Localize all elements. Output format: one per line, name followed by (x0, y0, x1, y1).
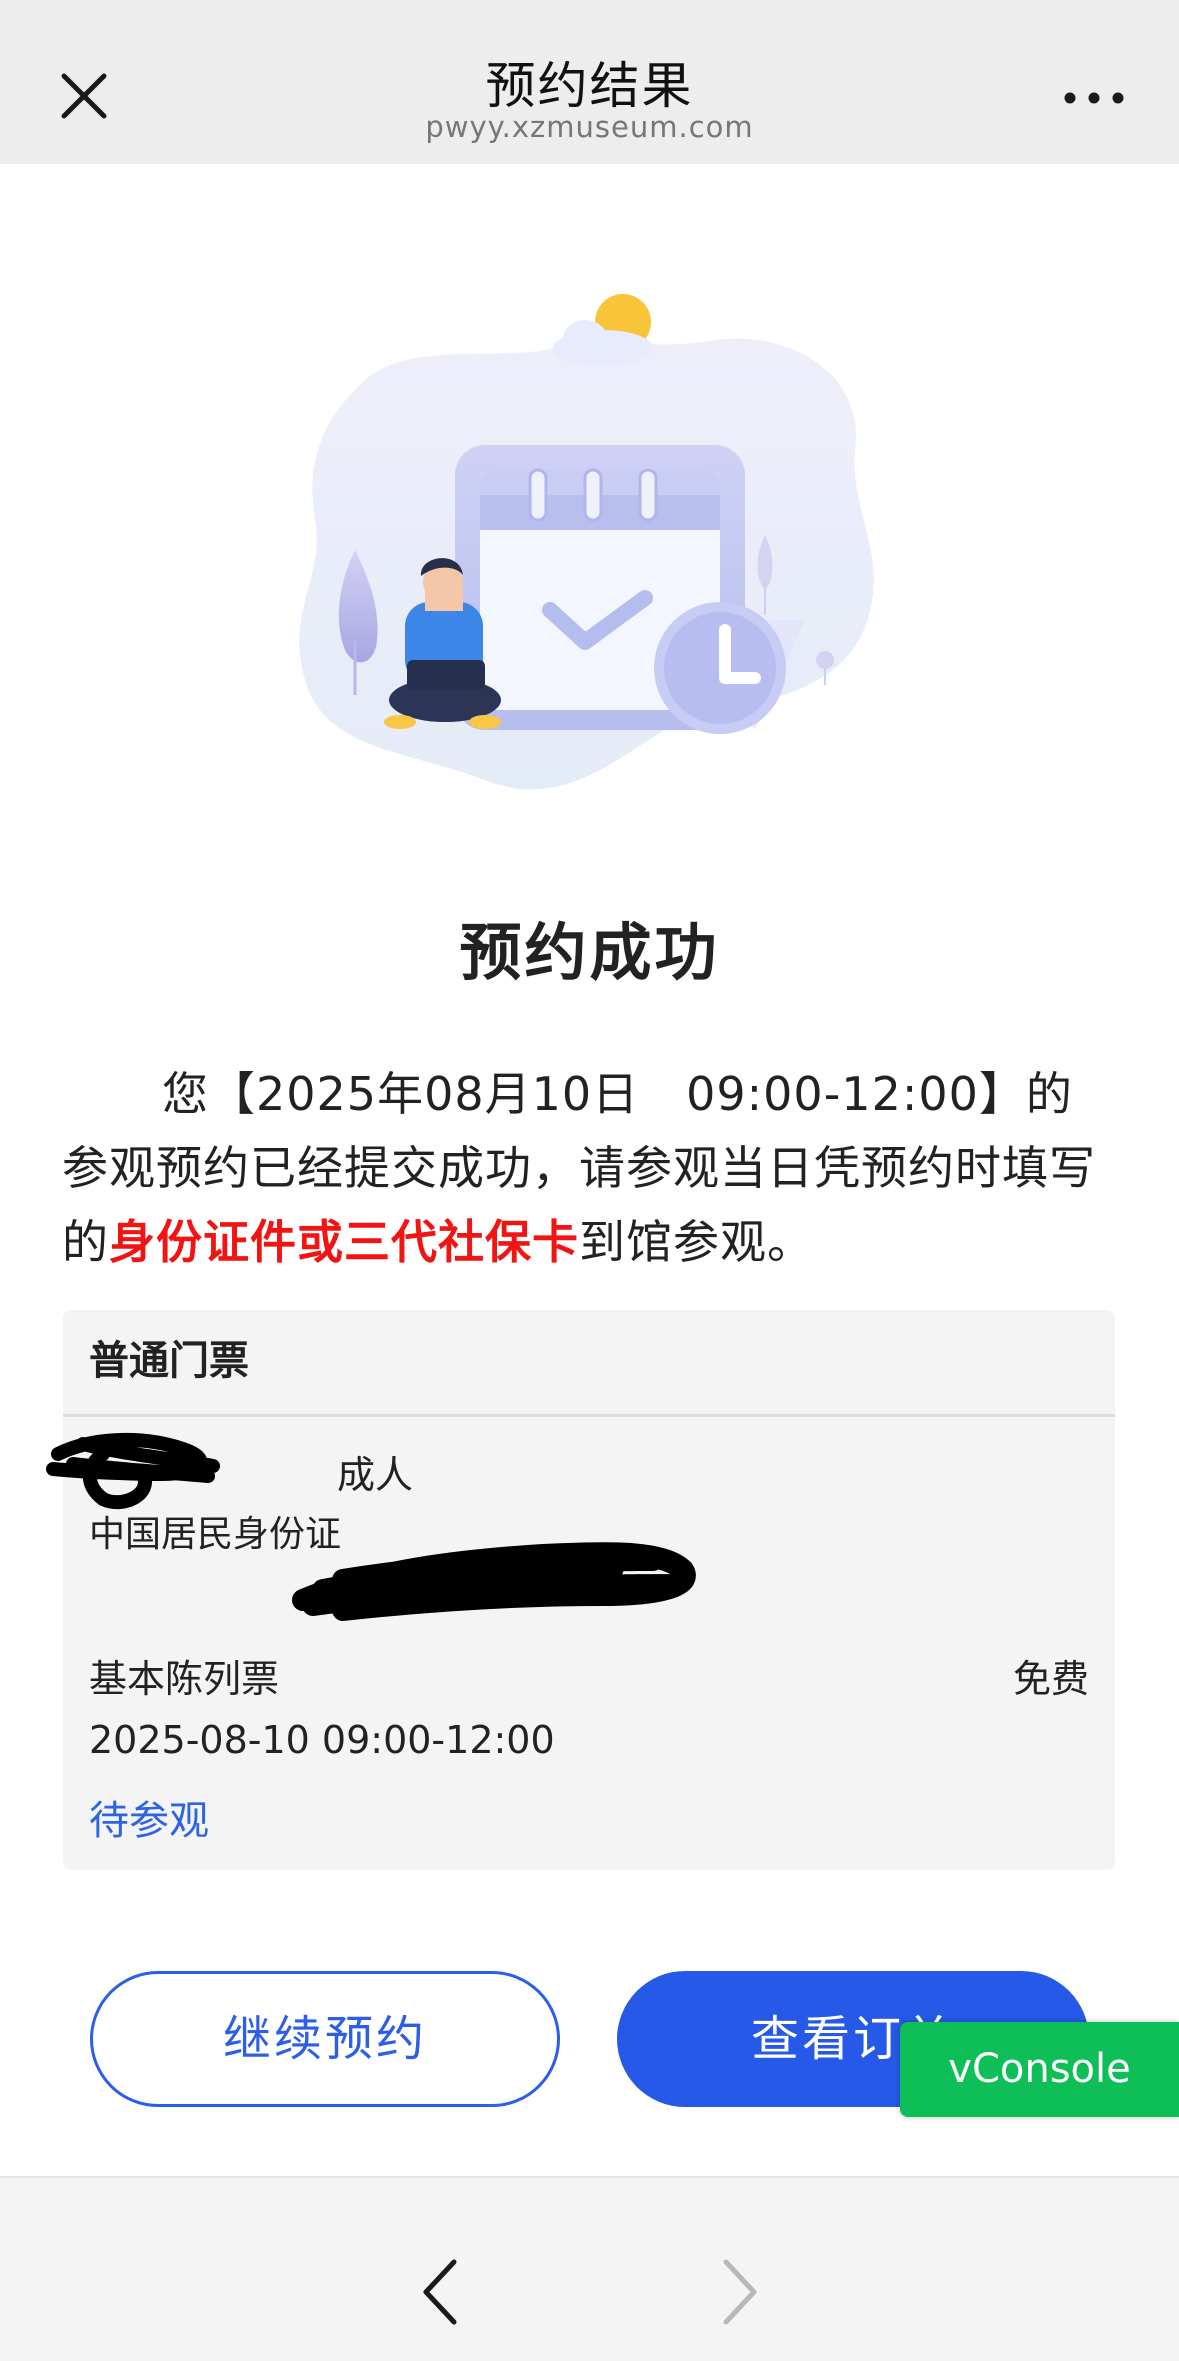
ticket-price: 免费 (1012, 1657, 1089, 1701)
continue-booking-button[interactable]: 继续预约 (90, 1971, 560, 2107)
success-illustration (285, 280, 895, 830)
redacted-id-scribble (292, 1542, 696, 1621)
visitor-type: 成人 (337, 1453, 414, 1497)
message-text-end: 到馆参观。 (579, 1215, 814, 1269)
status-badge: 待参观 (89, 1798, 209, 1844)
browser-bottom-bar (0, 2176, 1179, 2361)
ticket-category: 普通门票 (89, 1338, 249, 1384)
success-title: 预约成功 (459, 916, 720, 989)
more-horizontal-icon[interactable] (1052, 78, 1136, 118)
vconsole-button[interactable]: vConsole (900, 2022, 1179, 2117)
chevron-right-icon[interactable] (716, 2254, 766, 2354)
chevron-left-icon[interactable] (414, 2254, 464, 2354)
message-highlight: 身份证件或三代社保卡 (109, 1215, 579, 1269)
success-message: 您【2025年08月10日 09:00-12:00】的参观预约已经提交成功，请参… (62, 1057, 1118, 1279)
ticket-card: 普通门票 成人 中国居民身份证 基本陈列票 免费 2025-08-10 09:0… (46, 1310, 1115, 1870)
top-navigation-bar: 预约结果 pwyy.xzmuseum.com (0, 0, 1179, 164)
ticket-name: 基本陈列票 (89, 1657, 280, 1701)
ticket-card-header: 普通门票 (63, 1310, 1115, 1417)
page-title: 预约结果 (485, 57, 694, 115)
visit-time: 2025-08-10 09:00-12:00 (89, 1718, 555, 1762)
page-domain: pwyy.xzmuseum.com (425, 110, 754, 144)
